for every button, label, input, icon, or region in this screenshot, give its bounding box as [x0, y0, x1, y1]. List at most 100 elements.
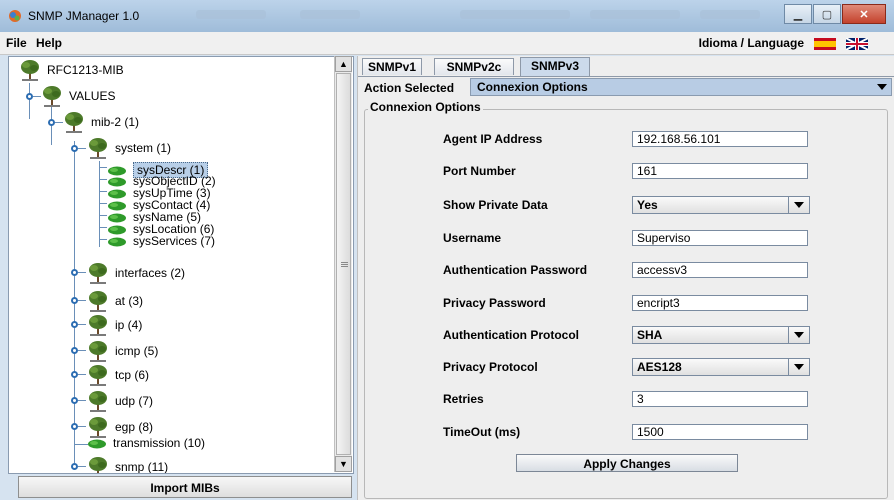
- uk-flag-icon[interactable]: [846, 38, 868, 50]
- expand-toggle-icon[interactable]: [71, 297, 78, 304]
- tree-node[interactable]: interfaces (2): [87, 262, 185, 284]
- field-input[interactable]: 192.168.56.101: [632, 131, 808, 147]
- scroll-up-icon[interactable]: ▲: [335, 56, 352, 72]
- tree-icon: [87, 456, 109, 473]
- tree-node-label: tcp (6): [115, 368, 150, 382]
- menu-file[interactable]: File: [6, 36, 27, 50]
- tree-node[interactable]: snmp (11): [87, 456, 168, 473]
- chevron-down-icon[interactable]: [788, 327, 809, 343]
- tree-icon: [19, 59, 41, 81]
- tree-node[interactable]: ip (4): [87, 314, 142, 336]
- expand-toggle-icon[interactable]: [71, 397, 78, 404]
- window-title: SNMP JManager 1.0: [28, 9, 140, 23]
- tree-icon: [87, 137, 109, 159]
- field-input[interactable]: encript3: [632, 295, 808, 311]
- title-blur: [460, 10, 570, 19]
- field-label: Authentication Protocol: [443, 328, 579, 342]
- tree-node-label: mib-2 (1): [91, 115, 140, 129]
- maximize-icon: ▢: [821, 8, 833, 21]
- expand-toggle-icon[interactable]: [71, 463, 78, 470]
- tab-snmpv3[interactable]: SNMPv3: [520, 57, 590, 76]
- expand-toggle-icon[interactable]: [71, 423, 78, 430]
- scroll-thumb[interactable]: [336, 73, 351, 455]
- field-input[interactable]: 1500: [632, 424, 808, 440]
- field-select[interactable]: Yes: [632, 196, 810, 214]
- tree-node[interactable]: system (1): [87, 137, 171, 159]
- expand-toggle-icon[interactable]: [48, 119, 55, 126]
- tree-line: [99, 203, 107, 204]
- action-select-value: Connexion Options: [477, 80, 588, 94]
- tree-node-label: at (3): [115, 294, 144, 308]
- chevron-down-icon[interactable]: [788, 359, 809, 375]
- menu-bar: File Help Idioma / Language: [0, 32, 894, 55]
- tree-node-label: system (1): [115, 141, 172, 155]
- import-mibs-button[interactable]: Import MIBs: [18, 476, 352, 498]
- maximize-button[interactable]: ▢: [813, 4, 841, 24]
- tree-icon: [87, 262, 109, 284]
- tree-node[interactable]: at (3): [87, 290, 143, 312]
- field-input[interactable]: Superviso: [632, 230, 808, 246]
- tree-scrollbar[interactable]: ▲ ▼: [334, 56, 352, 472]
- field-label: Port Number: [443, 164, 516, 178]
- field-input[interactable]: 3: [632, 391, 808, 407]
- tree-node-label: RFC1213-MIB: [47, 63, 124, 77]
- chevron-down-icon[interactable]: [788, 197, 809, 213]
- tree-node[interactable]: VALUES: [41, 85, 115, 107]
- leaf-icon: [107, 188, 127, 199]
- expand-toggle-icon[interactable]: [71, 321, 78, 328]
- title-blur: [700, 10, 760, 19]
- tree-node[interactable]: tcp (6): [87, 364, 149, 386]
- tree-node-label: udp (7): [115, 394, 154, 408]
- tree-icon: [87, 390, 109, 412]
- apply-changes-button[interactable]: Apply Changes: [516, 454, 738, 472]
- tree-line: [78, 374, 86, 375]
- field-select-value: AES128: [637, 360, 682, 374]
- tree-line: [51, 107, 52, 145]
- tree-node[interactable]: udp (7): [87, 390, 153, 412]
- tree-line: [74, 444, 88, 445]
- tree-line: [99, 167, 107, 168]
- expand-toggle-icon[interactable]: [71, 371, 78, 378]
- tab-snmpv1[interactable]: SNMPv1: [362, 58, 422, 75]
- minimize-icon: ▁: [793, 8, 803, 21]
- spain-flag-icon[interactable]: [814, 38, 836, 50]
- window-controls: ▁ ▢ ✕: [783, 4, 886, 24]
- tree-icon: [87, 290, 109, 312]
- tree-node[interactable]: mib-2 (1): [63, 111, 139, 133]
- tree-node-label: interfaces (2): [115, 266, 186, 280]
- field-select[interactable]: AES128: [632, 358, 810, 376]
- field-select[interactable]: SHA: [632, 326, 810, 344]
- field-label: Authentication Password: [443, 263, 588, 277]
- field-input[interactable]: 161: [632, 163, 808, 179]
- minimize-button[interactable]: ▁: [784, 4, 812, 24]
- tree-line: [55, 122, 63, 123]
- tree-icon: [41, 85, 63, 107]
- tree-node[interactable]: transmission (10): [87, 436, 205, 450]
- field-label: TimeOut (ms): [443, 425, 521, 439]
- tab-snmpv2c[interactable]: SNMPv2c: [434, 58, 514, 75]
- tree-node-label: ip (4): [115, 318, 143, 332]
- tree-line: [99, 239, 107, 240]
- leaf-icon: [107, 212, 127, 223]
- tree-node[interactable]: egp (8): [87, 416, 153, 438]
- action-select[interactable]: Connexion Options: [470, 78, 892, 96]
- expand-toggle-icon[interactable]: [71, 347, 78, 354]
- tree-node[interactable]: sysServices (7): [107, 234, 215, 248]
- expand-toggle-icon[interactable]: [71, 145, 78, 152]
- close-button[interactable]: ✕: [842, 4, 886, 24]
- title-blur: [590, 10, 680, 19]
- tree-line: [78, 350, 86, 351]
- language-label: Idioma / Language: [698, 36, 804, 50]
- expand-toggle-icon[interactable]: [71, 269, 78, 276]
- expand-toggle-icon[interactable]: [26, 93, 33, 100]
- tree-line: [99, 227, 107, 228]
- field-input[interactable]: accessv3: [632, 262, 808, 278]
- snmp-config-panel: SNMPv1 SNMPv2c SNMPv3 Action Selected Co…: [357, 56, 894, 500]
- tree-node[interactable]: icmp (5): [87, 340, 158, 362]
- tree-line: [99, 191, 107, 192]
- tree-node[interactable]: RFC1213-MIB: [19, 59, 124, 81]
- scroll-down-icon[interactable]: ▼: [335, 456, 352, 472]
- tree-line: [78, 324, 86, 325]
- tree-line: [78, 300, 86, 301]
- menu-help[interactable]: Help: [36, 36, 62, 50]
